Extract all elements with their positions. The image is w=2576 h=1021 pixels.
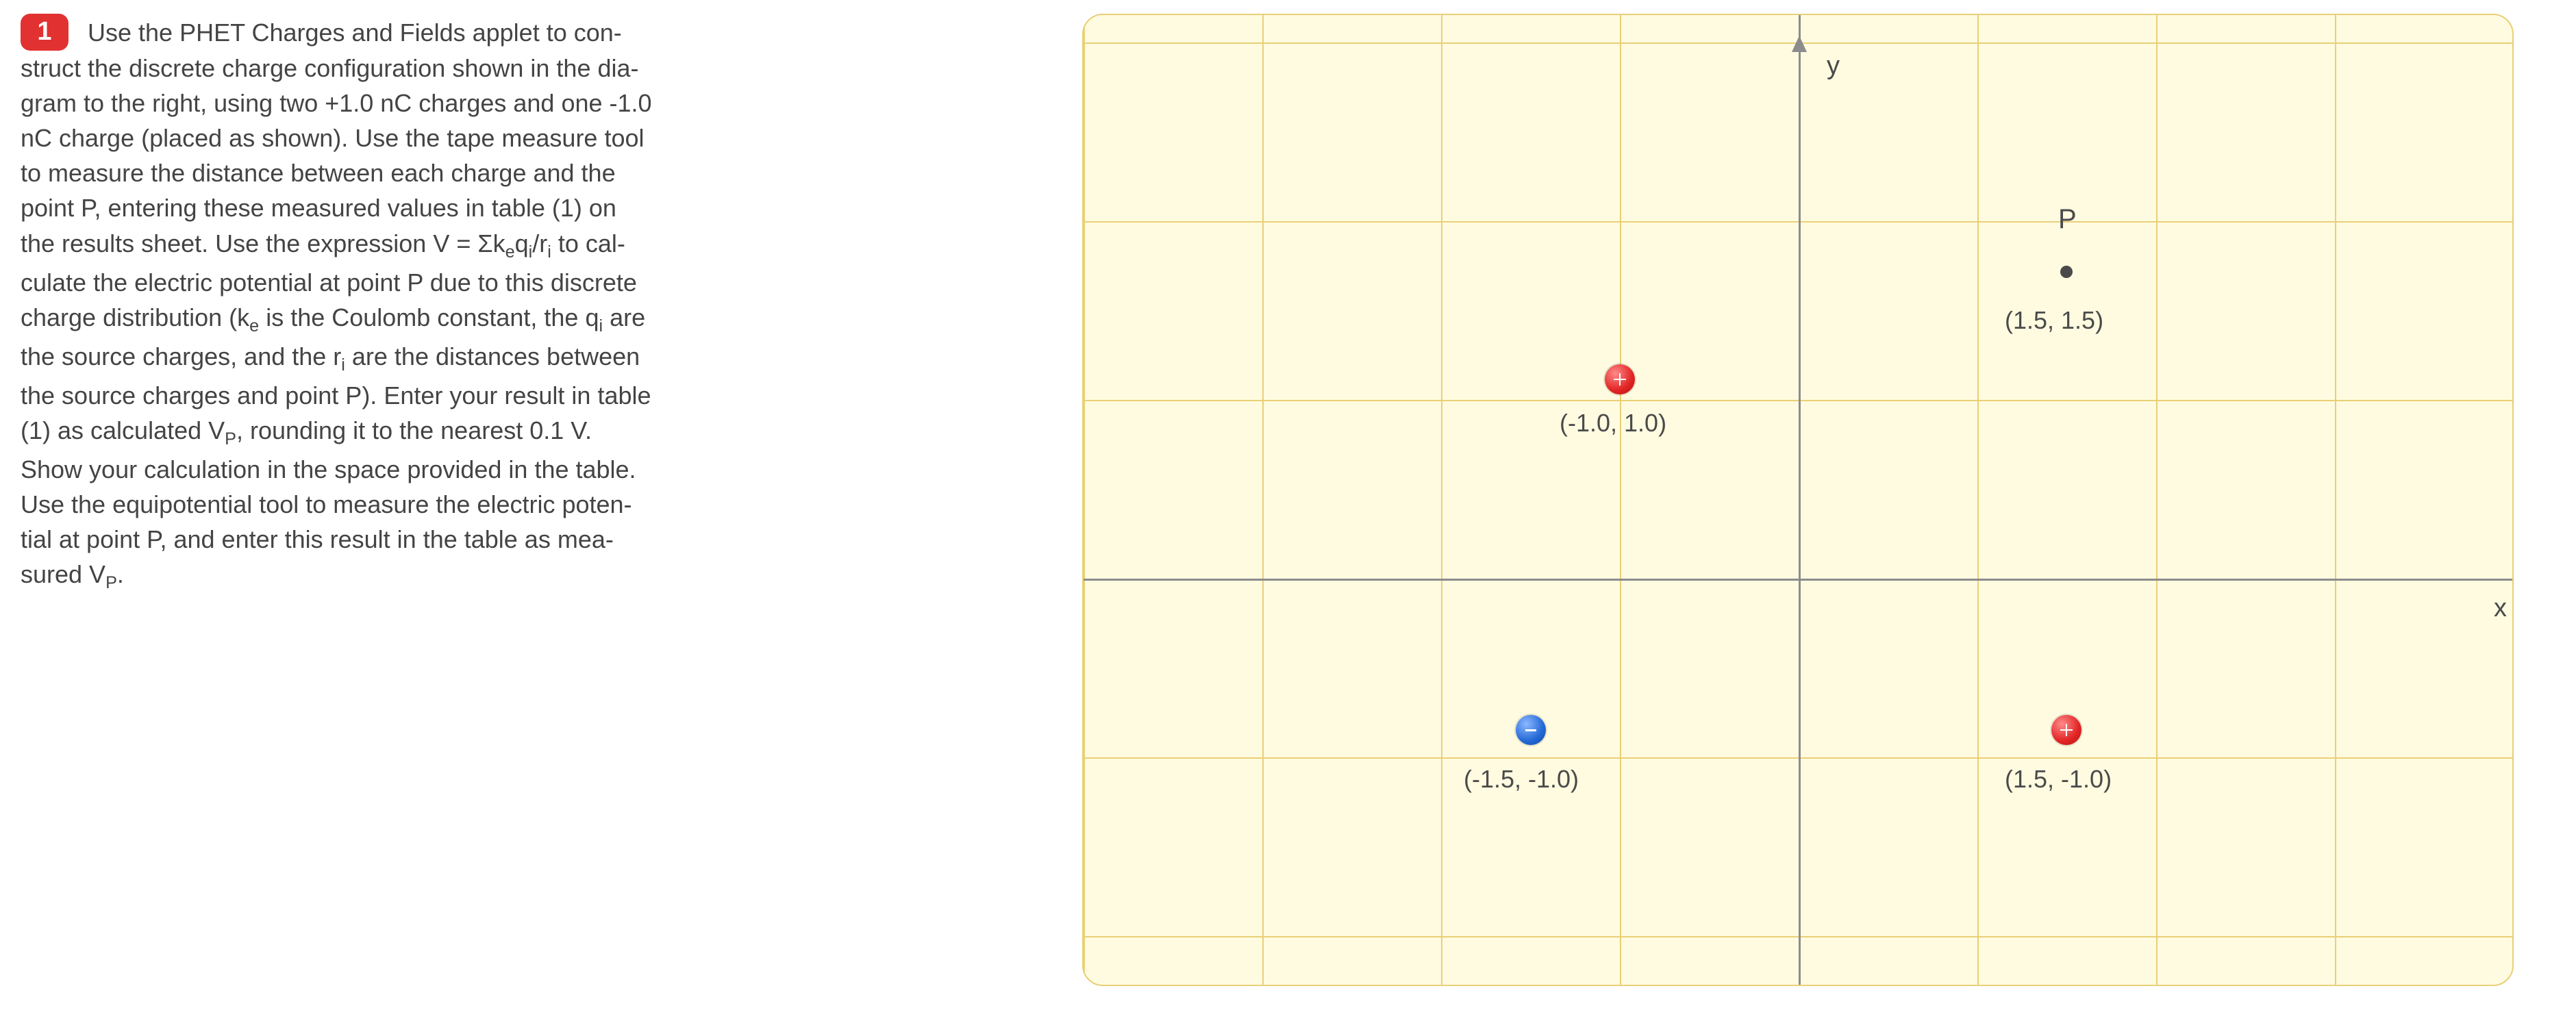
y-axis <box>1799 15 1801 985</box>
positive-charge-icon <box>1605 364 1635 394</box>
text-line: Use the equipotential tool to measure th… <box>21 490 632 518</box>
point-p <box>2060 266 2073 278</box>
y-axis-label: y <box>1827 48 1840 85</box>
charge-diagram: y x P (1.5, 1.5) (-1.0, 1.0) (-1.5, -1.0… <box>1082 14 2514 986</box>
text-line: the source charges, and the ri are the d… <box>21 342 640 370</box>
x-axis <box>1084 579 2512 581</box>
text-line: the source charges and point P). Enter y… <box>21 381 651 409</box>
neg-charge-coord: (-1.5, -1.0) <box>1464 761 1579 796</box>
grid <box>1084 15 2512 985</box>
pos-charge-2-coord: (1.5, -1.0) <box>2005 761 2112 796</box>
problem-paragraph: 1 Use the PHET Charges and Fields applet… <box>21 14 1055 596</box>
text-line: charge distribution (ke is the Coulomb c… <box>21 303 645 331</box>
negative-charge-icon <box>1516 715 1546 745</box>
point-p-label: P <box>2058 200 2077 239</box>
text-line: Use the PHET Charges and Fields applet t… <box>88 18 622 47</box>
text-line: point P, entering these measured values … <box>21 194 616 222</box>
text-line: culate the electric potential at point P… <box>21 268 637 297</box>
text-line: to measure the distance between each cha… <box>21 159 616 187</box>
text-line: tial at point P, and enter this result i… <box>21 525 614 553</box>
point-p-coord: (1.5, 1.5) <box>2005 303 2103 338</box>
problem-text-column: 1 Use the PHET Charges and Fields applet… <box>21 14 1082 1007</box>
x-axis-label: x <box>2494 590 2507 627</box>
text-line: nC charge (placed as shown). Use the tap… <box>21 124 645 152</box>
text-line: struct the discrete charge configuration… <box>21 54 639 82</box>
text-line: sured VP. <box>21 560 124 588</box>
text-line: gram to the right, using two +1.0 nC cha… <box>21 89 652 117</box>
diagram-column: y x P (1.5, 1.5) (-1.0, 1.0) (-1.5, -1.0… <box>1082 14 2555 1007</box>
pos-charge-1-coord: (-1.0, 1.0) <box>1560 405 1666 440</box>
positive-charge-icon <box>2051 715 2081 745</box>
text-line: (1) as calculated VP, rounding it to the… <box>21 416 592 444</box>
y-axis-arrow-icon <box>1792 36 1807 52</box>
text-line: the results sheet. Use the expression V … <box>21 229 625 257</box>
text-line: Show your calculation in the space provi… <box>21 455 636 483</box>
problem-number-badge: 1 <box>21 14 68 51</box>
